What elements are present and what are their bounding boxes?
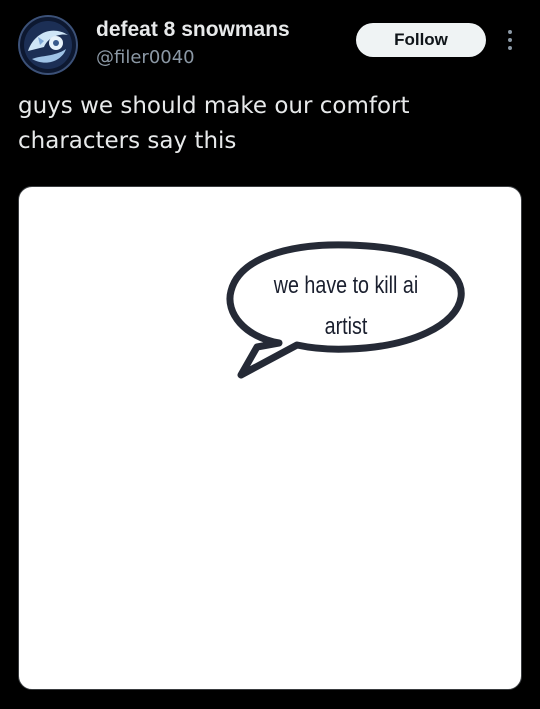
author-handle[interactable]: @filer0040	[96, 46, 195, 70]
avatar[interactable]	[18, 15, 78, 75]
avatar-icon	[18, 15, 78, 75]
follow-button[interactable]: Follow	[356, 23, 486, 57]
speech-bubble-line-1: we have to kill ai	[273, 272, 419, 299]
tweet-media-image[interactable]: we have to kill ai artist	[18, 186, 522, 690]
more-options-icon[interactable]	[500, 26, 520, 54]
speech-bubble	[226, 241, 465, 379]
author-display-name[interactable]: defeat 8 snowmans	[96, 16, 290, 44]
speech-bubble-line-2: artist	[324, 313, 368, 340]
tweet-text: guys we should make our comfort characte…	[18, 93, 410, 154]
